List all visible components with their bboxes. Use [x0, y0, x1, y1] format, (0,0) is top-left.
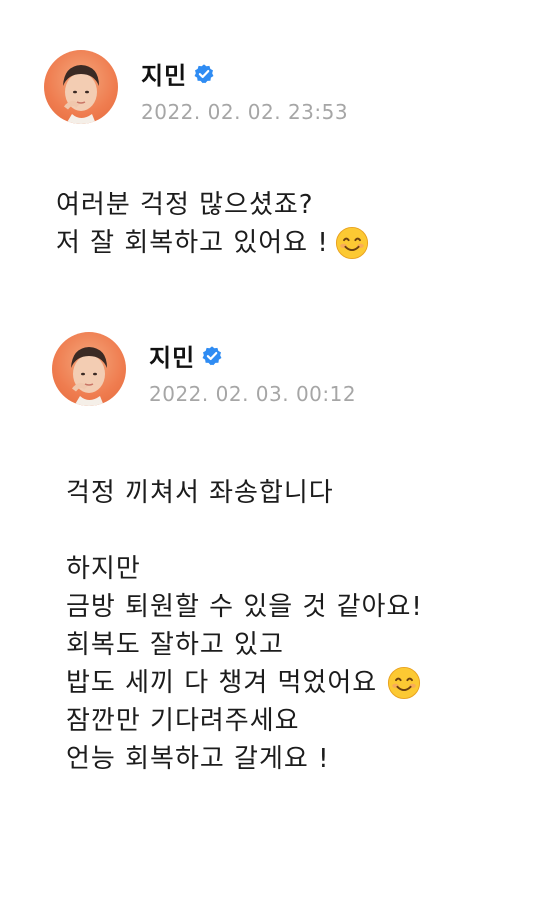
post-line: 회복도 잘하고 있고 [66, 626, 423, 664]
post-body: 걱정 끼쳐서 좌송합니다 하지만 금방 퇴원할 수 있을 것 같아요! 회복도 … [66, 474, 423, 778]
author-name[interactable]: 지민 [141, 56, 187, 91]
smiling-face-icon [387, 666, 421, 700]
post-line-text: 걱정 끼쳐서 좌송합니다 [66, 478, 334, 508]
post-header: 지민 2022. 02. 02. 23:53 [0, 40, 560, 135]
post: 지민 2022. 02. 03. 00:12 걱정 끼쳐서 좌송합니다 하지만 … [0, 322, 560, 774]
post-line-text: 언능 회복하고 갈게요 ! [66, 744, 330, 774]
post-line-text: 금방 퇴원할 수 있을 것 같아요! [66, 592, 423, 622]
verified-badge-icon [202, 345, 222, 365]
post-timestamp: 2022. 02. 03. 00:12 [149, 382, 357, 406]
avatar[interactable] [52, 332, 126, 406]
author-row: 지민 [149, 338, 223, 373]
post-timestamp: 2022. 02. 02. 23:53 [141, 100, 349, 124]
post-line: 여러분 걱정 많으셨죠? [56, 186, 369, 224]
verified-badge-icon [194, 63, 214, 83]
post-line-text: 회복도 잘하고 있고 [66, 630, 284, 660]
author-name[interactable]: 지민 [149, 338, 195, 373]
author-row: 지민 [141, 56, 215, 91]
post-header: 지민 2022. 02. 03. 00:12 [0, 322, 560, 417]
post-line-text: 하지만 [66, 554, 141, 584]
post-line-text: 잠깐만 기다려주세요 [66, 706, 300, 736]
avatar-photo-icon [71, 347, 107, 406]
avatar[interactable] [44, 50, 118, 124]
post-line: 금방 퇴원할 수 있을 것 같아요! [66, 588, 423, 626]
post-line-text: 저 잘 회복하고 있어요 ! [56, 228, 329, 258]
post-line: 언능 회복하고 갈게요 ! [66, 740, 423, 778]
smiling-face-icon [335, 226, 369, 260]
post-line-text: 밥도 세끼 다 챙겨 먹었어요 [66, 668, 378, 698]
post: 지민 2022. 02. 02. 23:53 여러분 걱정 많으셨죠? 저 잘 … [0, 40, 560, 260]
post-line: 잠깐만 기다려주세요 [66, 702, 423, 740]
post-body: 여러분 걱정 많으셨죠? 저 잘 회복하고 있어요 ! [56, 186, 369, 262]
avatar-photo-icon [63, 65, 99, 124]
post-line: 저 잘 회복하고 있어요 ! [56, 224, 369, 262]
post-line: 하지만 [66, 550, 423, 588]
post-line: 밥도 세끼 다 챙겨 먹었어요 [66, 664, 423, 702]
post-line: 걱정 끼쳐서 좌송합니다 [66, 474, 423, 512]
post-line-text: 여러분 걱정 많으셨죠? [56, 190, 314, 220]
post-line-blank [66, 512, 423, 550]
